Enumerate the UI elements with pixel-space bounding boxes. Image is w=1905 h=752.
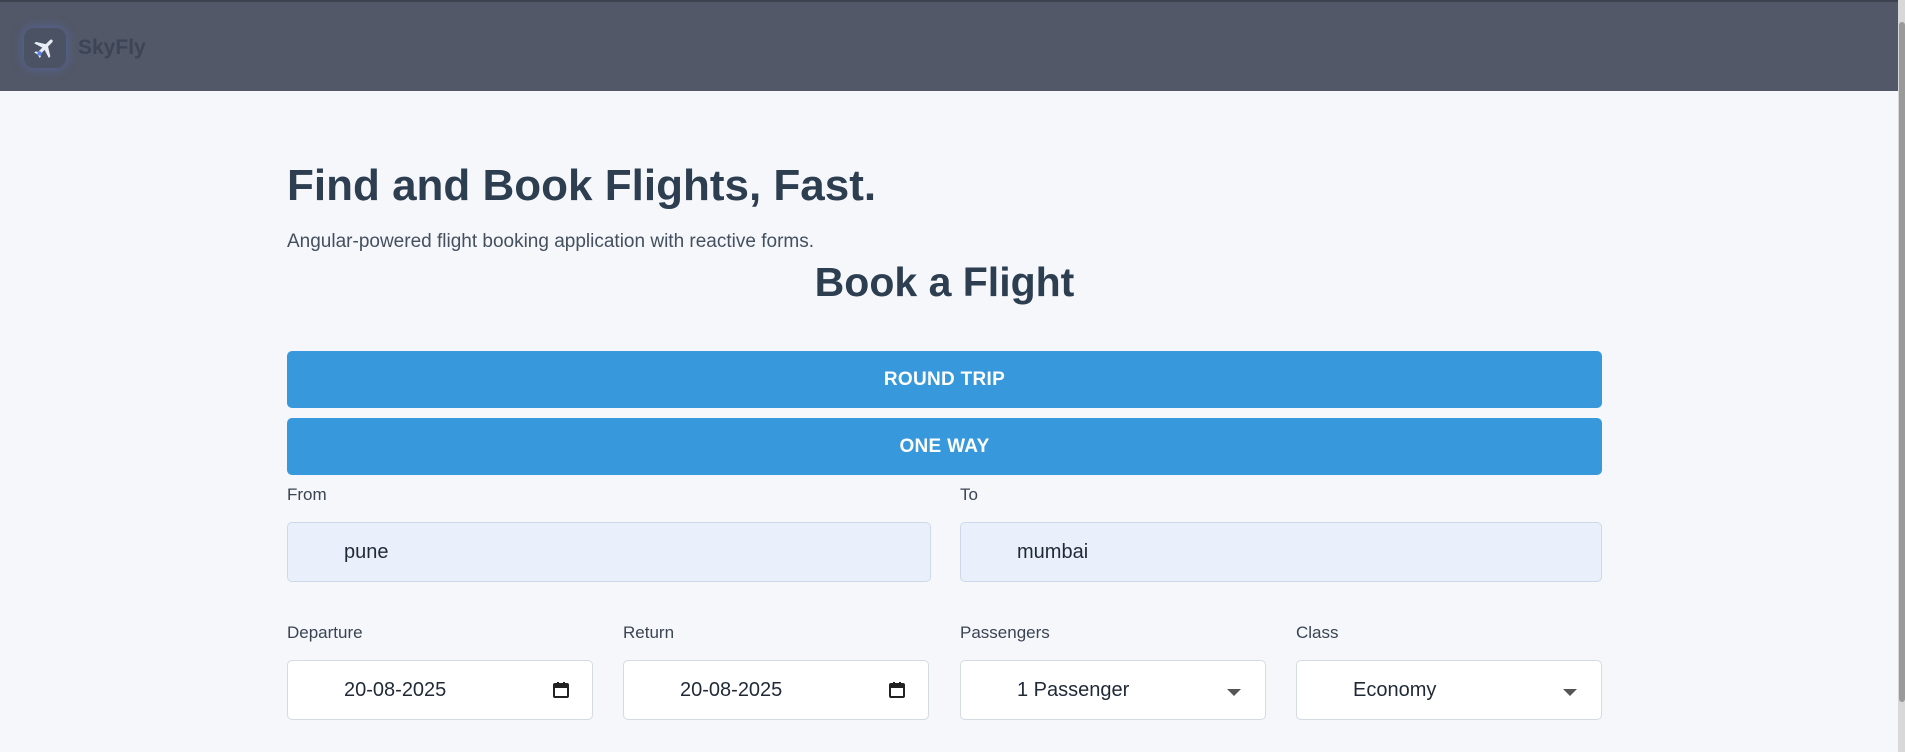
departure-value: 20-08-2025 bbox=[344, 678, 447, 701]
brand-name: SkyFly bbox=[78, 36, 146, 59]
hero-subtitle: Angular-powered flight booking applicati… bbox=[287, 231, 814, 252]
passengers-label: Passengers bbox=[960, 623, 1050, 642]
passengers-select[interactable]: 1 Passenger bbox=[960, 660, 1266, 720]
passengers-value: 1 Passenger bbox=[1017, 678, 1130, 701]
top-navbar: SkyFly bbox=[0, 0, 1898, 91]
class-value: Economy bbox=[1353, 678, 1437, 701]
chevron-down-icon bbox=[1563, 689, 1577, 696]
calendar-icon[interactable] bbox=[888, 681, 906, 705]
from-value: pune bbox=[344, 540, 389, 563]
one-way-button[interactable]: ONE WAY bbox=[287, 418, 1602, 475]
class-select[interactable]: Economy bbox=[1296, 660, 1602, 720]
from-input[interactable]: pune bbox=[287, 522, 931, 582]
airplane-icon bbox=[24, 28, 66, 68]
from-label: From bbox=[287, 485, 327, 504]
hero-title: Find and Book Flights, Fast. bbox=[287, 161, 877, 210]
return-label: Return bbox=[623, 623, 675, 642]
return-value: 20-08-2025 bbox=[680, 678, 783, 701]
to-label: To bbox=[960, 485, 978, 504]
chevron-down-icon bbox=[1227, 689, 1241, 696]
class-label: Class bbox=[1296, 623, 1339, 642]
to-input[interactable]: mumbai bbox=[960, 522, 1602, 582]
scrollbar[interactable] bbox=[1898, 0, 1905, 752]
round-trip-button[interactable]: ROUND TRIP bbox=[287, 351, 1602, 408]
calendar-icon[interactable] bbox=[552, 681, 570, 705]
departure-date-input[interactable]: 20-08-2025 bbox=[287, 660, 593, 720]
departure-label: Departure bbox=[287, 623, 363, 642]
to-value: mumbai bbox=[1017, 540, 1089, 563]
scrollbar-thumb[interactable] bbox=[1899, 22, 1905, 702]
booking-title: Book a Flight bbox=[814, 259, 1075, 305]
return-date-input[interactable]: 20-08-2025 bbox=[623, 660, 929, 720]
brand[interactable]: SkyFly bbox=[24, 28, 146, 68]
